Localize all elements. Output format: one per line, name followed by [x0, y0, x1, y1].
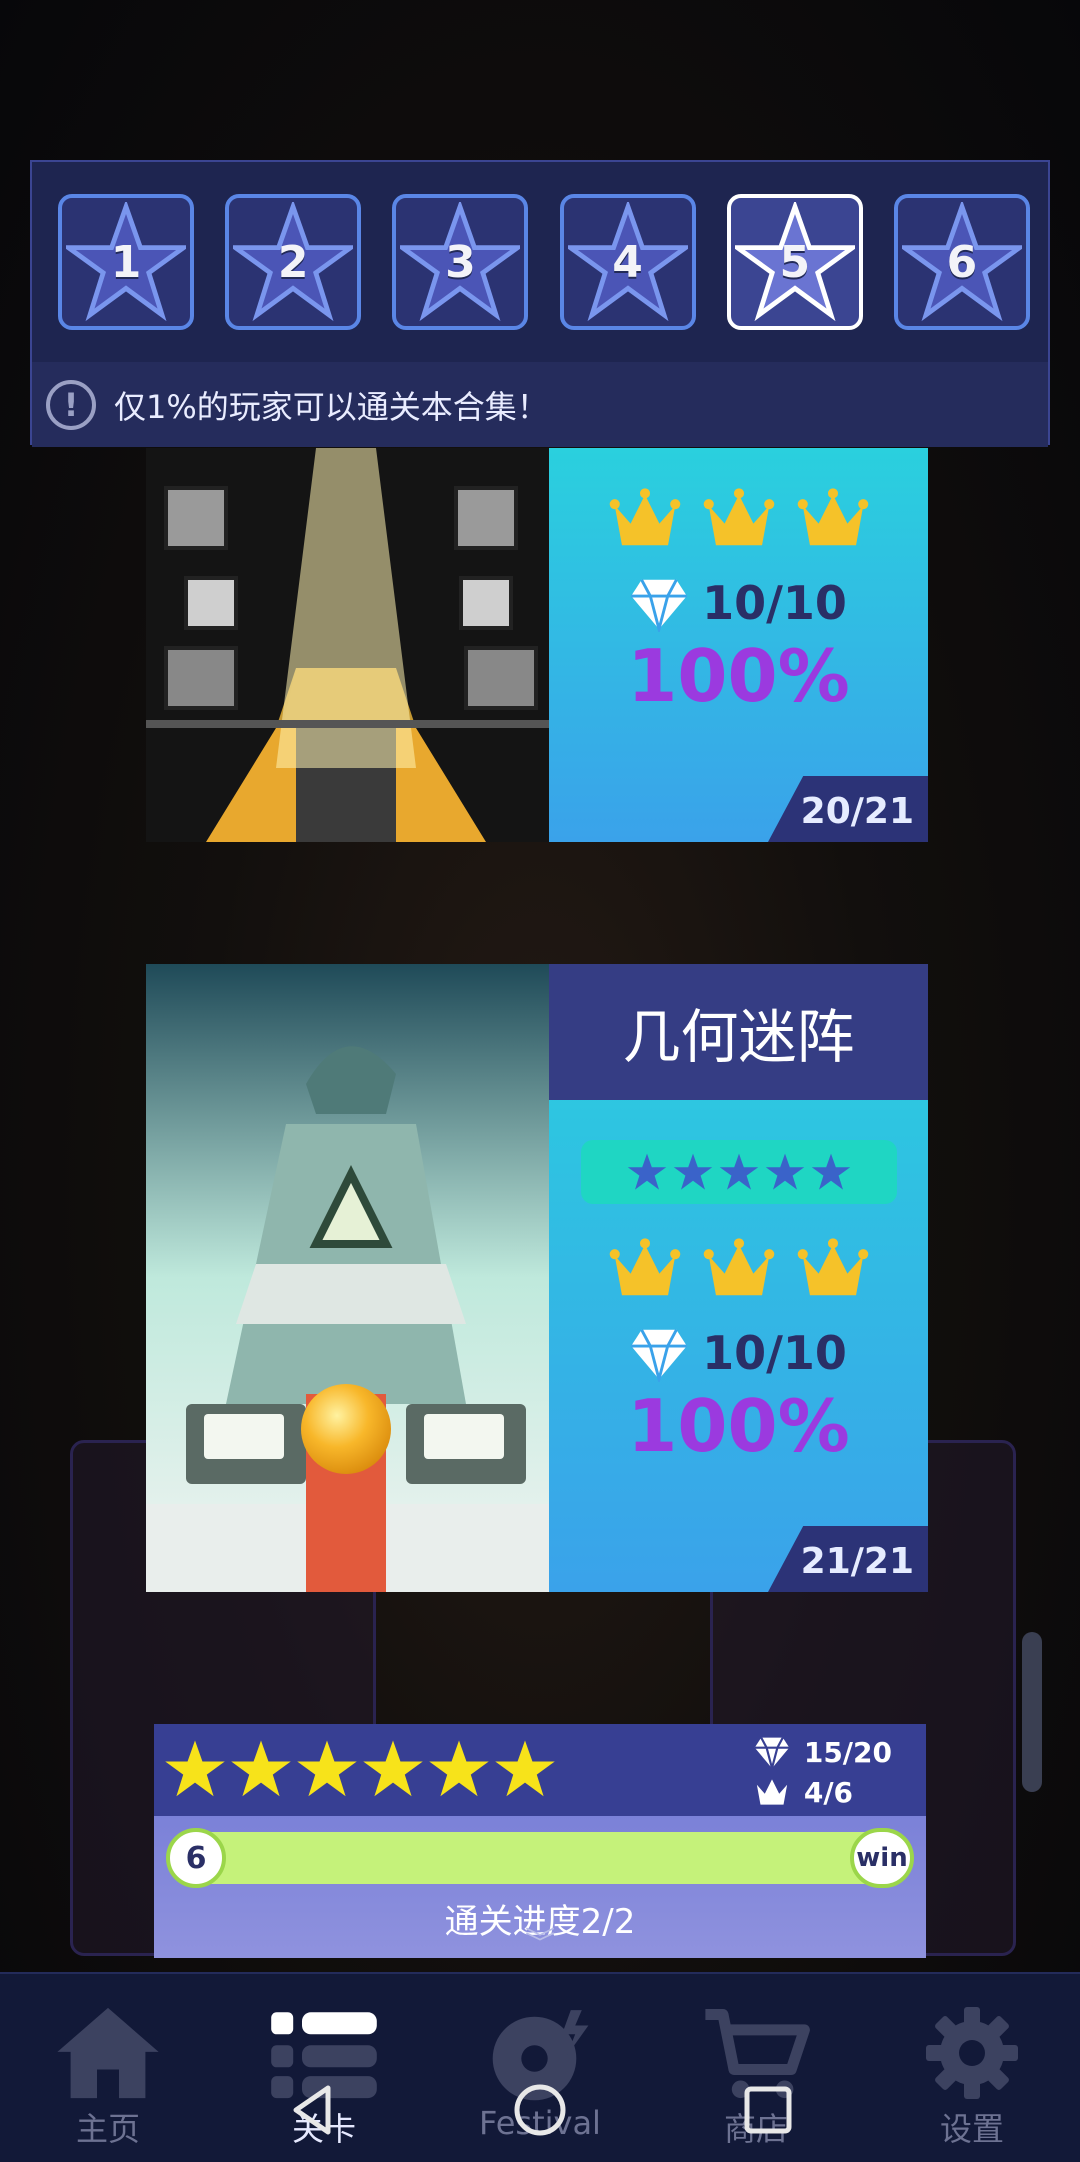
level-thumbnail [146, 448, 549, 842]
collection-tabs: 1 2 3 4 5 6 [58, 194, 1030, 334]
tab-number: 5 [779, 236, 811, 288]
tab-collection-5[interactable]: 5 [726, 194, 863, 330]
notice-text: 仅1%的玩家可以通关本合集！ [114, 387, 549, 426]
progress-end-label: win [850, 1828, 914, 1888]
gem-row: 10/10 [549, 574, 928, 632]
progress-body: 6 win 通关进度2/2 ︾ [154, 1816, 926, 1959]
notice-banner: ! 仅1%的玩家可以通关本合集！ [32, 362, 1048, 447]
progress-bar: 6 win [166, 1828, 914, 1888]
crown-icon [609, 1238, 680, 1296]
diamond-icon [754, 1737, 790, 1770]
star-icon [165, 1740, 225, 1797]
level-title: 几何迷阵 [549, 964, 928, 1100]
tab-collection-4[interactable]: 4 [559, 194, 696, 330]
star-icon [811, 1153, 851, 1190]
crown-icon [756, 1779, 787, 1805]
gem-count: 10/10 [702, 1326, 847, 1380]
level-card[interactable]: 10/10 100% 20/21 [146, 448, 928, 842]
crown-icon [703, 1238, 774, 1296]
star-icon [495, 1740, 555, 1797]
tab-number: 2 [277, 236, 309, 288]
gem-count: 10/10 [702, 576, 847, 630]
scrollbar[interactable] [1022, 1632, 1042, 1792]
tab-collection-6[interactable]: 6 [893, 194, 1030, 330]
diamond-icon [631, 1329, 687, 1382]
crown-total: 4/6 [803, 1775, 854, 1809]
chevron-down-icon[interactable]: ︾ [525, 1929, 555, 1959]
collection-stats: 15/20 4/6 [752, 1732, 892, 1812]
level-index: 21/21 [800, 1541, 914, 1582]
tab-number: 6 [946, 236, 978, 288]
recents-icon[interactable] [738, 2080, 798, 2140]
nav-home[interactable]: 主页 [0, 1974, 216, 2162]
nav-label: 设置 [939, 2110, 1004, 2148]
completion-percent: 100% [627, 634, 850, 718]
star-icon [231, 1740, 291, 1797]
level-card[interactable]: 几何迷阵 10/10 100% 21/21 [146, 964, 928, 1592]
gem-row: 10/10 [549, 1324, 928, 1382]
star-icon [765, 1153, 805, 1190]
level-index: 20/21 [800, 791, 914, 832]
crown-icon [797, 1238, 868, 1296]
difficulty-stars [581, 1140, 897, 1204]
tab-number: 4 [612, 236, 643, 288]
back-icon[interactable] [284, 2080, 344, 2140]
tab-number: 1 [110, 236, 142, 288]
nav-label: 主页 [75, 2110, 140, 2148]
tab-collection-2[interactable]: 2 [225, 194, 362, 330]
tab-collection-3[interactable]: 3 [392, 194, 529, 330]
completion-percent: 100% [627, 1384, 850, 1468]
exclamation-icon: ! [46, 379, 96, 430]
collection-progress-panel: 15/20 4/6 6 win 通关进度2/2 ︾ [154, 1724, 926, 1959]
gem-stat: 15/20 [752, 1732, 892, 1772]
crown-icon [797, 488, 868, 546]
star-icon [627, 1153, 667, 1190]
crown-stat: 4/6 [752, 1772, 892, 1812]
crown-row [549, 1234, 928, 1306]
star-icon [429, 1740, 489, 1797]
progress-start-label: 6 [166, 1828, 226, 1888]
collection-stars [164, 1738, 556, 1800]
crown-row [549, 484, 928, 556]
diamond-icon [631, 579, 687, 632]
level-info: 几何迷阵 10/10 100% 21/21 [549, 964, 928, 1592]
star-icon [363, 1740, 423, 1797]
crown-icon [609, 488, 680, 546]
tab-number: 3 [445, 236, 476, 288]
star-icon [297, 1740, 357, 1797]
star-icon [719, 1153, 759, 1190]
collection-panel: 1 2 3 4 5 6 ! 仅1%的玩家可以通关本合集！ [30, 160, 1050, 447]
star-icon [673, 1153, 713, 1190]
tab-collection-1[interactable]: 1 [58, 194, 194, 330]
gear-icon [926, 2007, 1018, 2099]
gem-total: 15/20 [803, 1735, 892, 1769]
nav-settings[interactable]: 设置 [864, 1974, 1080, 2162]
home-icon [57, 2007, 159, 2099]
crown-icon [703, 488, 774, 546]
level-info: 10/10 100% 20/21 [549, 448, 928, 842]
home-system-icon[interactable] [510, 2080, 570, 2140]
level-thumbnail [146, 964, 549, 1592]
progress-header: 15/20 4/6 [154, 1724, 926, 1816]
